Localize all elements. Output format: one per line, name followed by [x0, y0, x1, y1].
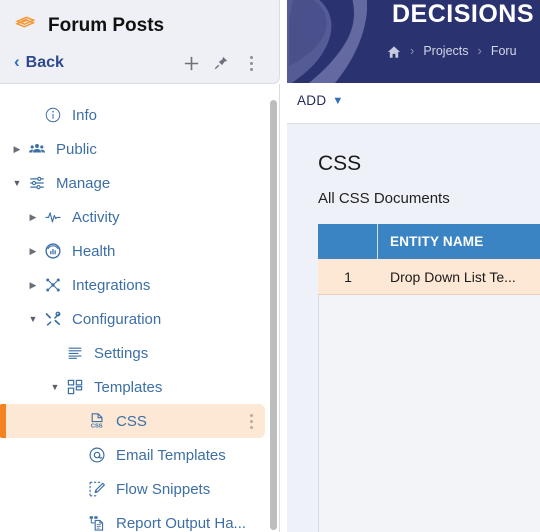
page-title: CSS — [318, 152, 362, 175]
breadcrumb-item-forum[interactable]: Foru — [491, 44, 517, 58]
settings-list-icon — [62, 344, 88, 362]
kebab-menu-icon[interactable] — [236, 55, 266, 71]
breadcrumb-separator: › — [410, 43, 415, 58]
chevron-right-icon[interactable]: ▶ — [26, 212, 40, 223]
brand-title: DECISIONS — [392, 0, 535, 28]
flyout-body: Info ▶ Public ▼ Manage ▶ Activity ▶ Health ▶ Integ… — [0, 84, 280, 532]
tree-item-label: Info — [72, 106, 98, 124]
chevron-down-icon: ▼ — [332, 94, 344, 107]
breadcrumb-item-projects[interactable]: Projects — [423, 44, 468, 58]
health-gauge-icon — [40, 242, 66, 260]
row-entity-name[interactable]: Drop Down List Te... — [378, 259, 540, 294]
grid-empty-body — [318, 295, 540, 532]
row-index: 1 — [344, 268, 352, 285]
add-button-label: ADD — [297, 93, 327, 108]
users-icon — [24, 140, 50, 158]
tree-item-flow-snippets[interactable]: Flow Snippets — [0, 472, 279, 506]
chevron-down-icon[interactable]: ▼ — [48, 382, 62, 392]
tree-item-menu-icon[interactable] — [250, 404, 253, 438]
tree-item-label: Health — [72, 242, 116, 260]
tree-item-label: Activity — [72, 208, 120, 226]
css-file-icon: CSS — [84, 412, 110, 430]
grid-header-index — [318, 224, 378, 259]
main-application-panel: DECISIONS › Projects › Foru ADD ▼ CSS Al… — [287, 0, 540, 532]
tree-item-configuration[interactable]: ▼ Configuration — [0, 302, 279, 336]
entity-grid: ENTITY NAME 1 Drop Down List Te... — [318, 224, 540, 532]
tree-item-manage[interactable]: ▼ Manage — [0, 166, 279, 200]
info-icon — [40, 106, 66, 124]
flyout-toolbar: ‹ Back — [14, 50, 266, 76]
navigation-tree: Info ▶ Public ▼ Manage ▶ Activity ▶ Health ▶ Integ… — [0, 84, 279, 532]
pin-icon[interactable] — [206, 54, 236, 72]
chevron-right-icon[interactable]: ▶ — [26, 246, 40, 257]
tree-item-label: Report Output Ha... — [116, 514, 247, 532]
table-row[interactable]: 1 Drop Down List Te... — [318, 259, 540, 295]
tree-item-label: Flow Snippets — [116, 480, 211, 498]
tree-item-email-templates[interactable]: Email Templates — [0, 438, 279, 472]
forum-posts-icon — [14, 12, 37, 40]
tree-item-css[interactable]: CSS CSS — [0, 404, 265, 438]
action-toolbar: ADD ▼ — [287, 83, 540, 124]
tree-item-label: Templates — [94, 378, 163, 396]
flyout-header: Forum Posts ‹ Back — [0, 0, 280, 84]
tree-item-public[interactable]: ▶ Public — [0, 132, 279, 166]
flyout-panel: Forum Posts ‹ Back Info ▶ Public ▼ Manag… — [0, 0, 282, 532]
tree-item-info[interactable]: Info — [0, 98, 279, 132]
tree-item-label: CSS — [116, 412, 147, 430]
add-button[interactable]: ADD ▼ — [297, 93, 344, 108]
add-icon[interactable] — [176, 54, 206, 73]
grid-header-entity-name[interactable]: ENTITY NAME — [378, 224, 540, 259]
content-area: CSS All CSS Documents ENTITY NAME 1 Drop… — [287, 124, 540, 532]
pulse-icon — [40, 208, 66, 226]
grid-header-row: ENTITY NAME — [318, 224, 540, 259]
tree-item-label: Email Templates — [116, 446, 226, 464]
page-subtitle: All CSS Documents — [318, 190, 450, 207]
tree-item-integrations[interactable]: ▶ Integrations — [0, 268, 279, 302]
back-button-label: Back — [25, 54, 64, 71]
vertical-scrollbar[interactable] — [270, 100, 277, 530]
tree-item-label: Integrations — [72, 276, 151, 294]
chevron-right-icon[interactable]: ▶ — [26, 280, 40, 291]
tree-item-label: Settings — [94, 344, 149, 362]
svg-text:CSS: CSS — [91, 423, 103, 429]
home-icon[interactable] — [387, 45, 401, 59]
templates-icon — [62, 378, 88, 396]
chevron-right-icon[interactable]: ▶ — [10, 144, 24, 155]
breadcrumb: › Projects › Foru — [387, 43, 517, 58]
report-output-icon — [84, 514, 110, 532]
tree-item-label: Configuration — [72, 310, 162, 328]
tree-item-settings[interactable]: Settings — [0, 336, 279, 370]
at-icon — [84, 446, 110, 464]
app-header: DECISIONS › Projects › Foru — [287, 0, 540, 83]
back-button[interactable]: ‹ Back — [14, 52, 64, 73]
chevron-left-icon: ‹ — [14, 52, 20, 71]
breadcrumb-separator: › — [477, 43, 482, 58]
selection-indicator — [0, 404, 6, 438]
flyout-title-row: Forum Posts — [14, 12, 164, 40]
integrations-icon — [40, 276, 66, 294]
flyout-title: Forum Posts — [48, 15, 165, 36]
tree-item-label: Manage — [56, 174, 111, 192]
screen-root: DECISIONS › Projects › Foru ADD ▼ CSS Al… — [0, 0, 540, 532]
flow-snippet-icon — [84, 480, 110, 498]
sliders-icon — [24, 174, 50, 192]
tree-item-templates[interactable]: ▼ Templates — [0, 370, 279, 404]
chevron-down-icon[interactable]: ▼ — [10, 178, 24, 188]
tree-item-activity[interactable]: ▶ Activity — [0, 200, 279, 234]
tree-item-label: Public — [56, 140, 97, 158]
kebab-dots — [249, 55, 253, 71]
chevron-down-icon[interactable]: ▼ — [26, 314, 40, 324]
tree-item-report-output-ha[interactable]: Report Output Ha... — [0, 506, 279, 532]
tree-item-health[interactable]: ▶ Health — [0, 234, 279, 268]
tools-icon — [40, 310, 66, 328]
